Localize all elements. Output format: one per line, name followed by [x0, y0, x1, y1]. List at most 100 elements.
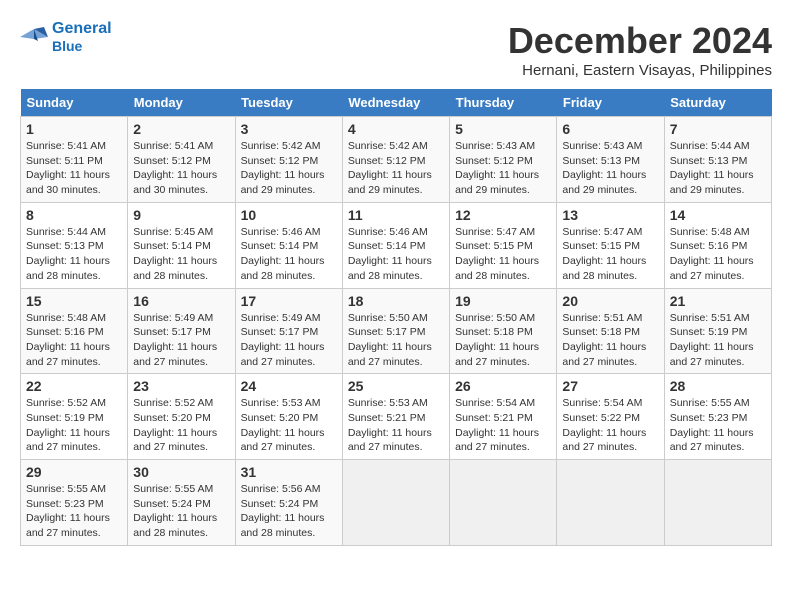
day-number: 11 [348, 207, 444, 223]
day-number: 31 [241, 464, 337, 480]
day-number: 4 [348, 121, 444, 137]
calendar-cell: 5Sunrise: 5:43 AM Sunset: 5:12 PM Daylig… [450, 117, 557, 203]
day-info: Sunrise: 5:48 AM Sunset: 5:16 PM Dayligh… [26, 311, 122, 370]
day-number: 1 [26, 121, 122, 137]
calendar-cell [557, 460, 664, 546]
calendar-cell: 13 Sunrise: 5:47 AM Sunset: 5:15 PM Dayli… [557, 202, 664, 288]
weekday-header-saturday: Saturday [664, 89, 771, 117]
day-info: Sunrise: 5:46 AM Sunset: 5:14 PM Dayligh… [241, 225, 337, 284]
weekday-header-sunday: Sunday [21, 89, 128, 117]
page-header: General Blue December 2024 Hernani, East… [20, 20, 772, 79]
calendar-table: SundayMondayTuesdayWednesdayThursdayFrid… [20, 89, 772, 546]
day-number: 25 [348, 378, 444, 394]
day-info: Sunrise: 5:49 AM Sunset: 5:17 PM Dayligh… [133, 311, 229, 370]
calendar-header: SundayMondayTuesdayWednesdayThursdayFrid… [21, 89, 772, 117]
logo-icon [20, 25, 48, 49]
calendar-week-1: 1Sunrise: 5:41 AM Sunset: 5:11 PM Daylig… [21, 117, 772, 203]
day-number: 21 [670, 293, 766, 309]
day-number: 26 [455, 378, 551, 394]
weekday-header-wednesday: Wednesday [342, 89, 449, 117]
day-number: 7 [670, 121, 766, 137]
day-number: 3 [241, 121, 337, 137]
location-title: Hernani, Eastern Visayas, Philippines [508, 62, 772, 79]
day-number: 28 [670, 378, 766, 394]
day-number: 18 [348, 293, 444, 309]
day-info: Sunrise: 5:54 AM Sunset: 5:22 PM Dayligh… [562, 396, 658, 455]
day-info: Sunrise: 5:56 AM Sunset: 5:24 PM Dayligh… [241, 482, 337, 541]
day-info: Sunrise: 5:53 AM Sunset: 5:21 PM Dayligh… [348, 396, 444, 455]
day-info: Sunrise: 5:52 AM Sunset: 5:19 PM Dayligh… [26, 396, 122, 455]
calendar-cell [450, 460, 557, 546]
day-info: Sunrise: 5:55 AM Sunset: 5:24 PM Dayligh… [133, 482, 229, 541]
day-info: Sunrise: 5:43 AM Sunset: 5:13 PM Dayligh… [562, 139, 658, 198]
day-info: Sunrise: 5:47 AM Sunset: 5:15 PM Dayligh… [562, 225, 658, 284]
calendar-cell: 27 Sunrise: 5:54 AM Sunset: 5:22 PM Dayli… [557, 374, 664, 460]
calendar-cell: 20 Sunrise: 5:51 AM Sunset: 5:18 PM Dayli… [557, 288, 664, 374]
calendar-week-3: 15 Sunrise: 5:48 AM Sunset: 5:16 PM Dayli… [21, 288, 772, 374]
calendar-cell: 19 Sunrise: 5:50 AM Sunset: 5:18 PM Dayli… [450, 288, 557, 374]
calendar-cell: 24 Sunrise: 5:53 AM Sunset: 5:20 PM Dayli… [235, 374, 342, 460]
day-info: Sunrise: 5:47 AM Sunset: 5:15 PM Dayligh… [455, 225, 551, 284]
calendar-week-5: 29 Sunrise: 5:55 AM Sunset: 5:23 PM Dayli… [21, 460, 772, 546]
day-number: 13 [562, 207, 658, 223]
day-info: Sunrise: 5:51 AM Sunset: 5:18 PM Dayligh… [562, 311, 658, 370]
day-info: Sunrise: 5:53 AM Sunset: 5:20 PM Dayligh… [241, 396, 337, 455]
weekday-header-monday: Monday [128, 89, 235, 117]
day-number: 19 [455, 293, 551, 309]
calendar-cell: 10Sunrise: 5:46 AM Sunset: 5:14 PM Dayli… [235, 202, 342, 288]
day-number: 14 [670, 207, 766, 223]
day-number: 27 [562, 378, 658, 394]
month-title: December 2024 [508, 20, 772, 62]
day-info: Sunrise: 5:42 AM Sunset: 5:12 PM Dayligh… [241, 139, 337, 198]
calendar-cell: 23Sunrise: 5:52 AM Sunset: 5:20 PM Dayli… [128, 374, 235, 460]
logo: General Blue [20, 20, 112, 54]
calendar-cell: 4Sunrise: 5:42 AM Sunset: 5:12 PM Daylig… [342, 117, 449, 203]
calendar-cell: 8Sunrise: 5:44 AM Sunset: 5:13 PM Daylig… [21, 202, 128, 288]
day-number: 23 [133, 378, 229, 394]
day-number: 6 [562, 121, 658, 137]
calendar-cell: 6 Sunrise: 5:43 AM Sunset: 5:13 PM Daylig… [557, 117, 664, 203]
calendar-cell: 11 Sunrise: 5:46 AM Sunset: 5:14 PM Dayli… [342, 202, 449, 288]
calendar-week-4: 22Sunrise: 5:52 AM Sunset: 5:19 PM Dayli… [21, 374, 772, 460]
day-number: 5 [455, 121, 551, 137]
calendar-body: 1Sunrise: 5:41 AM Sunset: 5:11 PM Daylig… [21, 117, 772, 546]
calendar-cell [342, 460, 449, 546]
day-number: 20 [562, 293, 658, 309]
day-info: Sunrise: 5:55 AM Sunset: 5:23 PM Dayligh… [670, 396, 766, 455]
weekday-header-friday: Friday [557, 89, 664, 117]
day-info: Sunrise: 5:48 AM Sunset: 5:16 PM Dayligh… [670, 225, 766, 284]
day-number: 15 [26, 293, 122, 309]
day-info: Sunrise: 5:54 AM Sunset: 5:21 PM Dayligh… [455, 396, 551, 455]
day-number: 29 [26, 464, 122, 480]
calendar-cell: 1Sunrise: 5:41 AM Sunset: 5:11 PM Daylig… [21, 117, 128, 203]
calendar-cell: 14 Sunrise: 5:48 AM Sunset: 5:16 PM Dayli… [664, 202, 771, 288]
calendar-cell: 29 Sunrise: 5:55 AM Sunset: 5:23 PM Dayli… [21, 460, 128, 546]
calendar-cell: 28 Sunrise: 5:55 AM Sunset: 5:23 PM Dayli… [664, 374, 771, 460]
day-info: Sunrise: 5:50 AM Sunset: 5:18 PM Dayligh… [455, 311, 551, 370]
day-info: Sunrise: 5:45 AM Sunset: 5:14 PM Dayligh… [133, 225, 229, 284]
calendar-cell: 3 Sunrise: 5:42 AM Sunset: 5:12 PM Daylig… [235, 117, 342, 203]
logo-text: General Blue [52, 20, 112, 54]
calendar-cell: 15 Sunrise: 5:48 AM Sunset: 5:16 PM Dayli… [21, 288, 128, 374]
day-info: Sunrise: 5:51 AM Sunset: 5:19 PM Dayligh… [670, 311, 766, 370]
day-number: 30 [133, 464, 229, 480]
day-number: 16 [133, 293, 229, 309]
day-info: Sunrise: 5:44 AM Sunset: 5:13 PM Dayligh… [670, 139, 766, 198]
weekday-header-thursday: Thursday [450, 89, 557, 117]
day-number: 24 [241, 378, 337, 394]
day-info: Sunrise: 5:50 AM Sunset: 5:17 PM Dayligh… [348, 311, 444, 370]
title-block: December 2024 Hernani, Eastern Visayas, … [508, 20, 772, 79]
day-info: Sunrise: 5:46 AM Sunset: 5:14 PM Dayligh… [348, 225, 444, 284]
calendar-cell: 16 Sunrise: 5:49 AM Sunset: 5:17 PM Dayli… [128, 288, 235, 374]
weekday-header-row: SundayMondayTuesdayWednesdayThursdayFrid… [21, 89, 772, 117]
calendar-week-2: 8Sunrise: 5:44 AM Sunset: 5:13 PM Daylig… [21, 202, 772, 288]
day-info: Sunrise: 5:49 AM Sunset: 5:17 PM Dayligh… [241, 311, 337, 370]
day-number: 8 [26, 207, 122, 223]
calendar-cell [664, 460, 771, 546]
day-number: 9 [133, 207, 229, 223]
calendar-cell: 7 Sunrise: 5:44 AM Sunset: 5:13 PM Daylig… [664, 117, 771, 203]
day-number: 17 [241, 293, 337, 309]
day-info: Sunrise: 5:55 AM Sunset: 5:23 PM Dayligh… [26, 482, 122, 541]
calendar-cell: 25 Sunrise: 5:53 AM Sunset: 5:21 PM Dayli… [342, 374, 449, 460]
calendar-cell: 31 Sunrise: 5:56 AM Sunset: 5:24 PM Dayli… [235, 460, 342, 546]
